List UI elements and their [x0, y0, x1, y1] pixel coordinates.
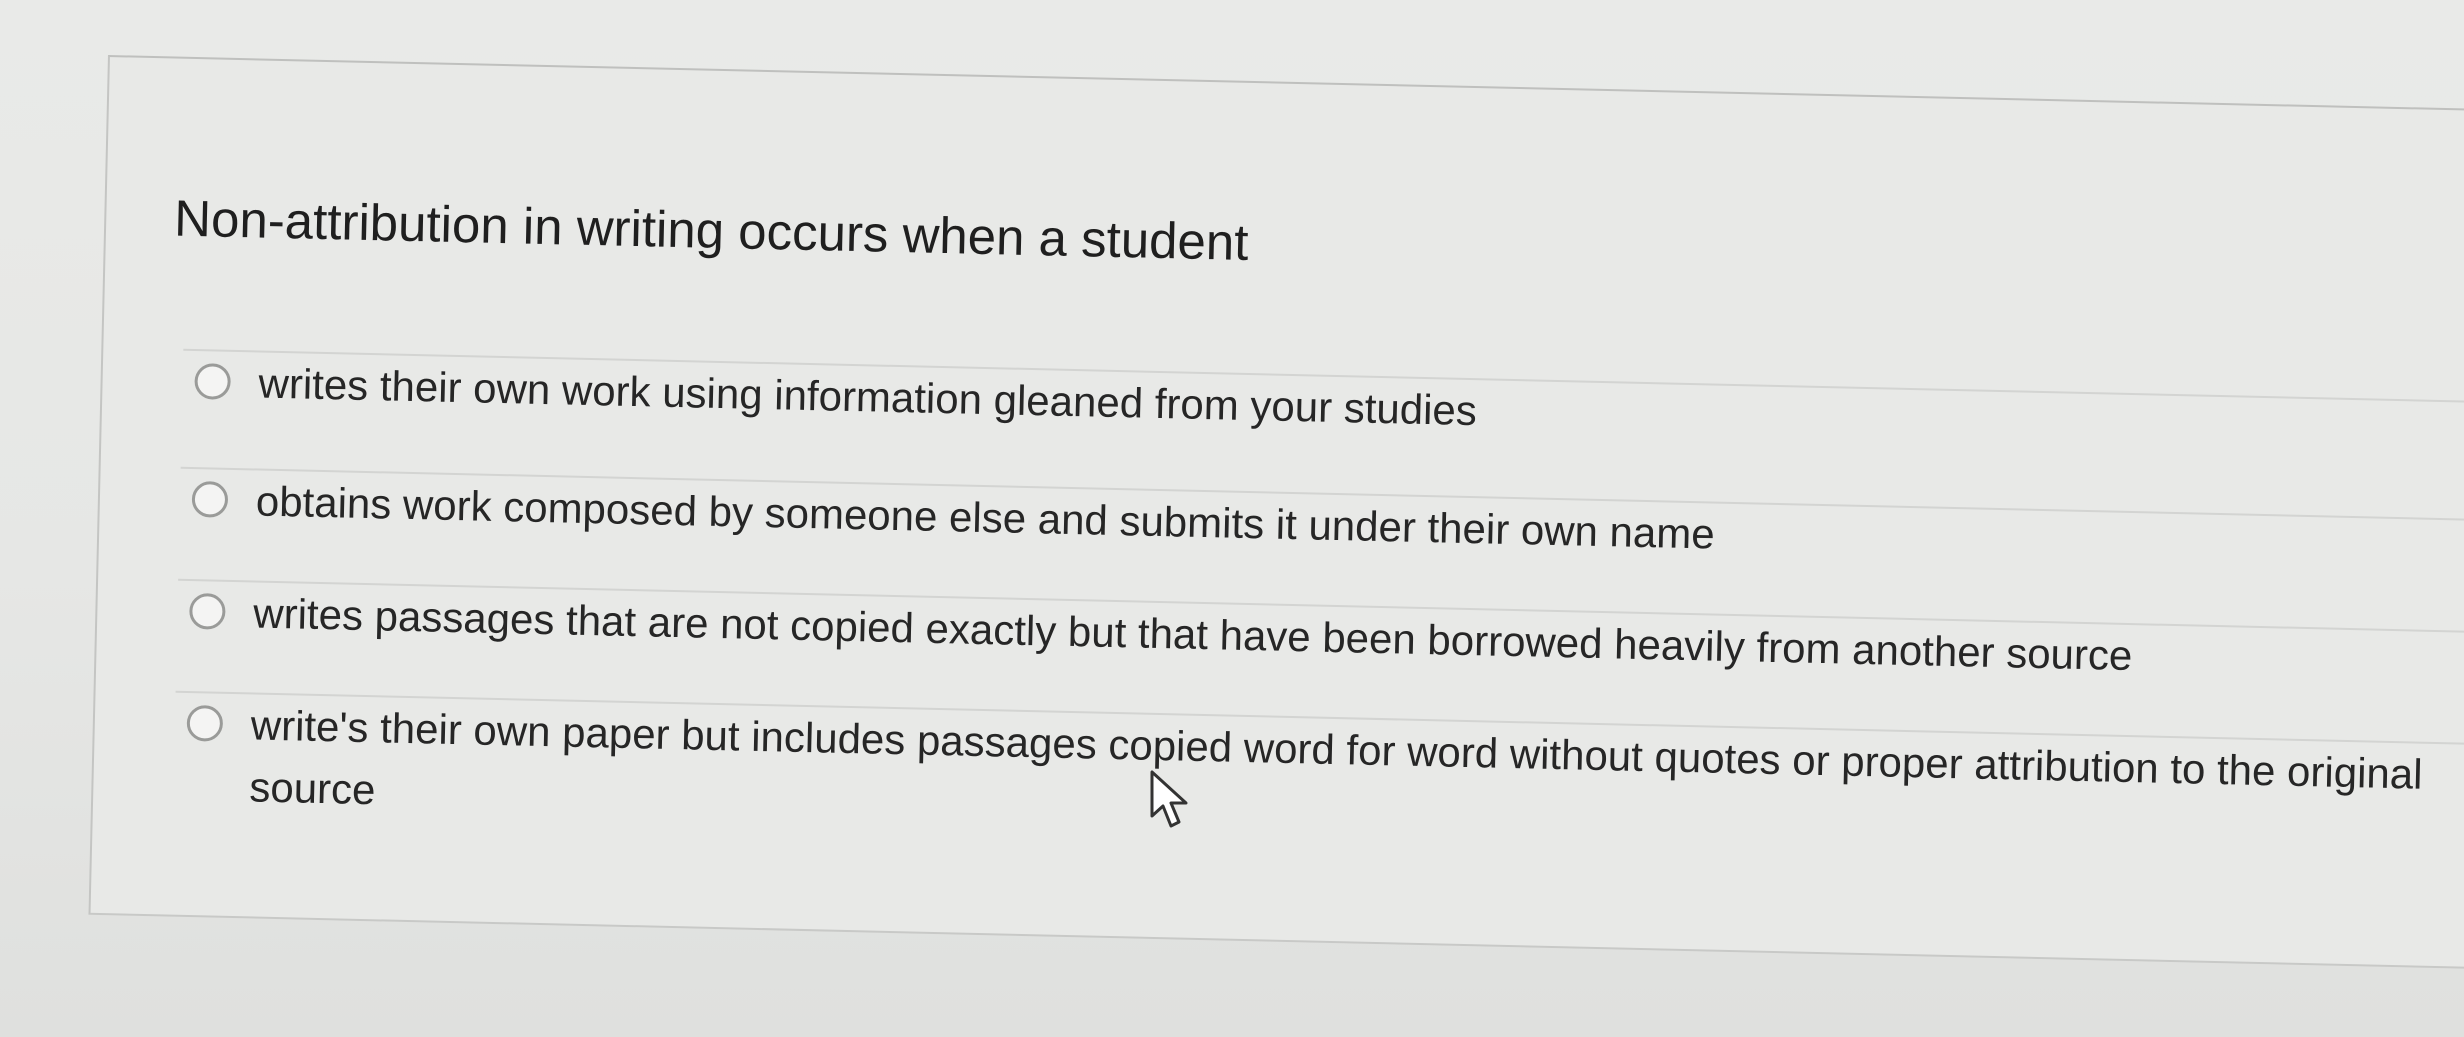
- radio-button-icon[interactable]: [188, 592, 226, 630]
- radio-button-icon[interactable]: [186, 704, 224, 742]
- mouse-pointer-icon: [1150, 770, 1188, 828]
- radio-button-icon[interactable]: [191, 481, 229, 518]
- question-panel: Non-attribution in writing occurs when a…: [88, 55, 2464, 970]
- answer-choice-label[interactable]: writes their own work using information …: [258, 353, 2464, 467]
- screen: Non-attribution in writing occurs when a…: [0, 0, 2464, 1037]
- radio-button-icon[interactable]: [194, 363, 232, 400]
- answer-choices: writes their own work using information …: [171, 348, 2464, 904]
- question-text: Non-attribution in writing occurs when a…: [173, 189, 1250, 271]
